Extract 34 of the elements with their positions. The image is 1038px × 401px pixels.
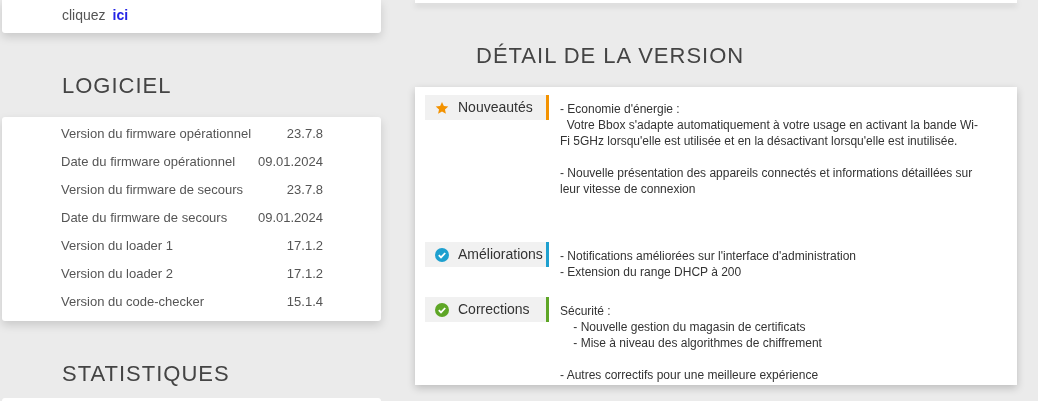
row-label: Version du code-checker [61,293,205,312]
category-title: Corrections [458,300,530,319]
category-title: Améliorations [458,245,543,264]
row-value: 17.1.2 [286,237,323,256]
note-text: - Nouvelle gestion du magasin de certificats [572,319,807,335]
row-value: 15.1.4 [286,293,323,312]
note-text: - Nouvelle présentation des appareils connectés et informations détaillées sur leur vitesse de connexion [560,165,974,197]
row-value: 09.01.2024 [257,209,323,228]
note-text: Votre Bbox s'adapte automatiquement à votre usage en activant la bande Wi-Fi 5GHz lorsqu'elle est utilisée et en la désactivant lorsqu'elle est inutilisée. [560,117,979,149]
info-text: cliquez [62,8,106,22]
row-label: Date du firmware opérationnel [61,153,236,172]
section-heading: LOGICIEL [62,75,173,97]
row-label: Version du loader 2 [61,265,174,284]
note-text: - Extension du range DHCP à 200 [560,264,743,280]
note-text: - Economie d'énergie : [560,101,681,117]
category-title: Nouveautés [458,98,533,117]
row-value: 17.1.2 [286,265,323,284]
row-label: Version du firmware opérationnel [61,125,252,144]
row-value: 23.7.8 [286,181,323,200]
note-text: - Mise à niveau des algorithmes de chiffrement [572,335,823,351]
row-label: Date du firmware de secours [61,209,228,228]
note-text: - Autres correctifs pour une meilleure expérience [560,367,820,383]
section-heading: STATISTIQUES [62,363,231,385]
here-link[interactable]: ici [112,8,129,22]
row-label: Version du loader 1 [61,237,174,256]
section-heading: DÉTAIL DE LA VERSION [476,45,746,67]
note-text: - Notifications améliorées sur l'interface d'administration [560,248,858,264]
note-text: Sécurité : [560,303,612,319]
star-icon [435,100,449,115]
check-circle-icon [435,247,449,262]
row-value: 09.01.2024 [257,153,323,172]
row-label: Version du firmware de secours [61,181,244,200]
row-value: 23.7.8 [286,125,323,144]
check-circle-icon [435,302,449,317]
